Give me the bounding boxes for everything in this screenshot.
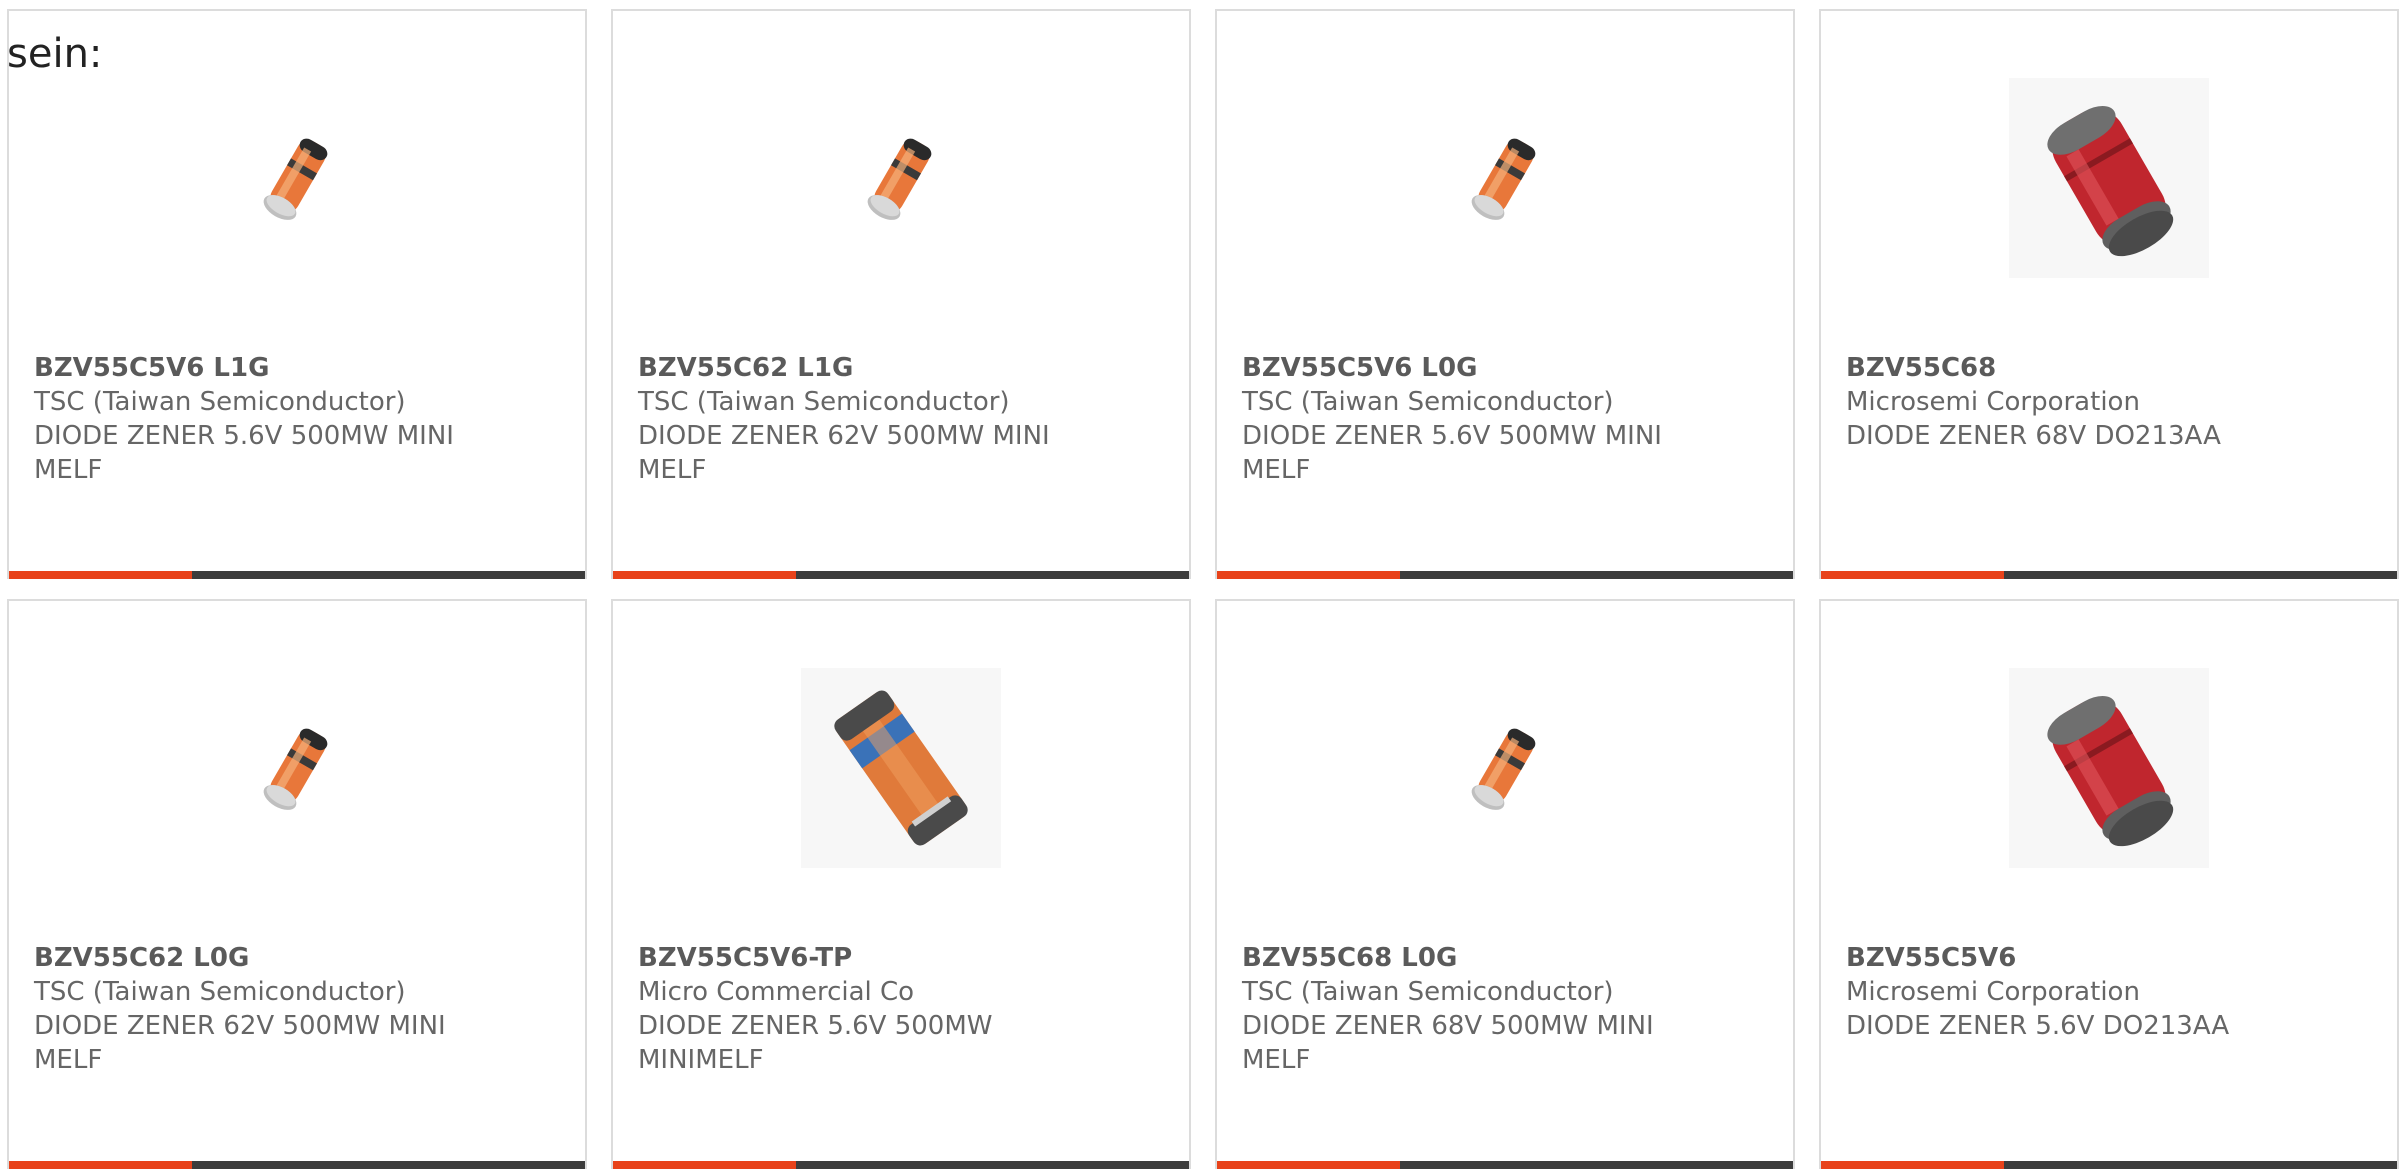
orange-minimelf-diode-icon xyxy=(263,138,328,220)
card-bar-accent xyxy=(9,571,192,579)
intro-text: sein: xyxy=(7,31,103,77)
description: DIODE ZENER 62V 500MW MINI MELF xyxy=(638,421,1050,485)
card-bottom-bar xyxy=(1821,571,2397,579)
product-card[interactable]: BZV55C5V6 L1G TSC (Taiwan Semiconductor)… xyxy=(7,9,587,579)
product-image[interactable] xyxy=(9,73,585,283)
product-image[interactable] xyxy=(613,663,1189,873)
manufacturer: TSC (Taiwan Semiconductor) xyxy=(638,387,1010,417)
product-card[interactable]: BZV55C68 Microsemi Corporation DIODE ZEN… xyxy=(1819,9,2399,579)
red-do213aa-diode-icon xyxy=(2009,78,2209,278)
product-image[interactable] xyxy=(1217,73,1793,283)
orange-minimelf-diode-icon xyxy=(1471,138,1536,220)
orange-minimelf-diode-icon xyxy=(1471,728,1536,810)
product-card[interactable]: BZV55C5V6 Microsemi Corporation DIODE ZE… xyxy=(1819,599,2399,1169)
product-grid: BZV55C5V6 L1G TSC (Taiwan Semiconductor)… xyxy=(7,9,2400,1169)
product-info: BZV55C68 Microsemi Corporation DIODE ZEN… xyxy=(1846,351,2286,453)
product-card[interactable]: BZV55C5V6-TP Micro Commercial Co DIODE Z… xyxy=(611,599,1191,1169)
part-number[interactable]: BZV55C62 L1G xyxy=(638,351,1078,385)
manufacturer: TSC (Taiwan Semiconductor) xyxy=(34,387,406,417)
card-bar-accent xyxy=(9,1161,192,1169)
card-bar-accent xyxy=(613,1161,796,1169)
part-number[interactable]: BZV55C5V6-TP xyxy=(638,941,1078,975)
manufacturer: TSC (Taiwan Semiconductor) xyxy=(1242,387,1614,417)
product-card[interactable]: BZV55C68 L0G TSC (Taiwan Semiconductor) … xyxy=(1215,599,1795,1169)
product-card[interactable]: BZV55C62 L0G TSC (Taiwan Semiconductor) … xyxy=(7,599,587,1169)
product-image[interactable] xyxy=(1821,73,2397,283)
card-bar-accent xyxy=(1217,1161,1400,1169)
manufacturer: Microsemi Corporation xyxy=(1846,387,2140,417)
product-image[interactable] xyxy=(613,73,1189,283)
card-bottom-bar xyxy=(613,571,1189,579)
part-number[interactable]: BZV55C62 L0G xyxy=(34,941,474,975)
product-image[interactable] xyxy=(1217,663,1793,873)
part-number[interactable]: BZV55C68 xyxy=(1846,351,2286,385)
product-info: BZV55C62 L1G TSC (Taiwan Semiconductor) … xyxy=(638,351,1078,487)
part-number[interactable]: BZV55C5V6 L0G xyxy=(1242,351,1682,385)
card-bottom-bar xyxy=(9,571,585,579)
description: DIODE ZENER 5.6V 500MW MINI MELF xyxy=(1242,421,1662,485)
description: DIODE ZENER 5.6V 500MW MINIMELF xyxy=(638,1011,993,1075)
part-number[interactable]: BZV55C5V6 xyxy=(1846,941,2286,975)
product-info: BZV55C68 L0G TSC (Taiwan Semiconductor) … xyxy=(1242,941,1682,1077)
card-bottom-bar xyxy=(1217,1161,1793,1169)
card-bottom-bar xyxy=(1217,571,1793,579)
product-info: BZV55C5V6 L1G TSC (Taiwan Semiconductor)… xyxy=(34,351,474,487)
card-bottom-bar xyxy=(613,1161,1189,1169)
card-bar-accent xyxy=(1821,571,2004,579)
description: DIODE ZENER 62V 500MW MINI MELF xyxy=(34,1011,446,1075)
orange-minimelf-diode-icon xyxy=(263,728,328,810)
card-bottom-bar xyxy=(1821,1161,2397,1169)
product-image[interactable] xyxy=(9,663,585,873)
red-do213aa-diode-icon xyxy=(2009,668,2209,868)
orange-minimelf-diode-icon xyxy=(867,138,932,220)
product-info: BZV55C5V6 Microsemi Corporation DIODE ZE… xyxy=(1846,941,2286,1043)
orange-blue-minimelf-diode-icon xyxy=(801,668,1001,868)
manufacturer: Microsemi Corporation xyxy=(1846,977,2140,1007)
card-bottom-bar xyxy=(9,1161,585,1169)
product-info: BZV55C5V6 L0G TSC (Taiwan Semiconductor)… xyxy=(1242,351,1682,487)
product-card[interactable]: BZV55C5V6 L0G TSC (Taiwan Semiconductor)… xyxy=(1215,9,1795,579)
product-card[interactable]: BZV55C62 L1G TSC (Taiwan Semiconductor) … xyxy=(611,9,1191,579)
product-info: BZV55C5V6-TP Micro Commercial Co DIODE Z… xyxy=(638,941,1078,1077)
product-info: BZV55C62 L0G TSC (Taiwan Semiconductor) … xyxy=(34,941,474,1077)
manufacturer: Micro Commercial Co xyxy=(638,977,915,1007)
card-bar-accent xyxy=(1217,571,1400,579)
card-bar-accent xyxy=(1821,1161,2004,1169)
description: DIODE ZENER 68V DO213AA xyxy=(1846,421,2221,451)
manufacturer: TSC (Taiwan Semiconductor) xyxy=(34,977,406,1007)
part-number[interactable]: BZV55C68 L0G xyxy=(1242,941,1682,975)
description: DIODE ZENER 5.6V 500MW MINI MELF xyxy=(34,421,454,485)
description: DIODE ZENER 5.6V DO213AA xyxy=(1846,1011,2230,1041)
card-bar-accent xyxy=(613,571,796,579)
product-image[interactable] xyxy=(1821,663,2397,873)
part-number[interactable]: BZV55C5V6 L1G xyxy=(34,351,474,385)
description: DIODE ZENER 68V 500MW MINI MELF xyxy=(1242,1011,1654,1075)
manufacturer: TSC (Taiwan Semiconductor) xyxy=(1242,977,1614,1007)
